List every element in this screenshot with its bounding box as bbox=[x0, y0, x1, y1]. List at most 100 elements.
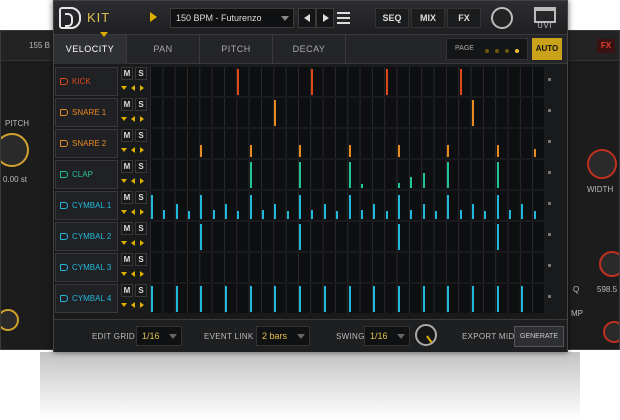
fx-button[interactable]: FX bbox=[447, 8, 481, 28]
chevron-down-icon[interactable] bbox=[121, 237, 128, 249]
step-velocity-bar[interactable] bbox=[274, 204, 277, 219]
step-velocity-bar[interactable] bbox=[533, 210, 536, 219]
chevron-down-icon[interactable] bbox=[121, 299, 128, 311]
row-handle-icon[interactable] bbox=[547, 253, 552, 282]
step-velocity-bar[interactable] bbox=[336, 210, 339, 219]
step-velocity-bar[interactable] bbox=[521, 286, 524, 312]
mute-button[interactable]: M bbox=[121, 191, 133, 204]
step-velocity-bar[interactable] bbox=[299, 144, 302, 157]
step-velocity-bar[interactable] bbox=[385, 69, 388, 95]
event-link-select[interactable]: 2 bars bbox=[256, 326, 310, 346]
track-name-button[interactable]: CYMBAL 3 bbox=[55, 253, 118, 282]
track-name-button[interactable]: CYMBAL 2 bbox=[55, 222, 118, 251]
row-handle-icon[interactable] bbox=[547, 191, 552, 220]
step-velocity-bar[interactable] bbox=[323, 286, 326, 312]
solo-button[interactable]: S bbox=[135, 191, 147, 204]
step-velocity-bar[interactable] bbox=[385, 210, 388, 219]
step-velocity-bar[interactable] bbox=[447, 162, 450, 188]
shift-left-icon[interactable] bbox=[130, 299, 137, 311]
mute-button[interactable]: M bbox=[121, 253, 133, 266]
shift-left-icon[interactable] bbox=[130, 113, 137, 125]
step-velocity-bar[interactable] bbox=[151, 286, 153, 312]
chevron-down-icon[interactable] bbox=[121, 113, 128, 125]
step-velocity-bar[interactable] bbox=[348, 286, 351, 312]
track-name-button[interactable]: CLAP bbox=[55, 160, 118, 189]
play-icon[interactable] bbox=[150, 12, 157, 22]
mute-button[interactable]: M bbox=[121, 284, 133, 297]
tab-velocity[interactable]: VELOCITY bbox=[54, 32, 127, 64]
seq-button[interactable]: SEQ bbox=[375, 8, 409, 28]
step-velocity-bar[interactable] bbox=[212, 209, 215, 219]
power-knob[interactable] bbox=[491, 7, 513, 29]
step-velocity-bar[interactable] bbox=[348, 144, 351, 157]
solo-button[interactable]: S bbox=[135, 98, 147, 111]
chevron-down-icon[interactable] bbox=[121, 206, 128, 218]
step-velocity-bar[interactable] bbox=[360, 183, 363, 188]
shift-right-icon[interactable] bbox=[138, 299, 145, 311]
step-velocity-bar[interactable] bbox=[200, 224, 203, 250]
solo-button[interactable]: S bbox=[135, 160, 147, 173]
step-velocity-bar[interactable] bbox=[422, 173, 425, 188]
step-velocity-bar[interactable] bbox=[225, 204, 228, 219]
step-velocity-bar[interactable] bbox=[459, 69, 462, 95]
chevron-down-icon[interactable] bbox=[121, 175, 128, 187]
step-grid[interactable] bbox=[150, 67, 545, 96]
step-velocity-bar[interactable] bbox=[262, 209, 265, 219]
step-velocity-bar[interactable] bbox=[422, 204, 425, 219]
page-dot-1[interactable] bbox=[485, 49, 489, 53]
step-velocity-bar[interactable] bbox=[200, 194, 203, 219]
step-velocity-bar[interactable] bbox=[299, 162, 302, 188]
step-velocity-bar[interactable] bbox=[533, 148, 536, 157]
step-grid[interactable] bbox=[150, 284, 545, 313]
solo-button[interactable]: S bbox=[135, 284, 147, 297]
step-velocity-bar[interactable] bbox=[274, 286, 277, 312]
step-velocity-bar[interactable] bbox=[200, 144, 203, 157]
row-handle-icon[interactable] bbox=[547, 160, 552, 189]
step-velocity-bar[interactable] bbox=[200, 286, 203, 312]
step-velocity-bar[interactable] bbox=[447, 194, 450, 219]
solo-button[interactable]: S bbox=[135, 67, 147, 80]
step-velocity-bar[interactable] bbox=[249, 286, 252, 312]
step-velocity-bar[interactable] bbox=[422, 286, 425, 312]
page-dot-3[interactable] bbox=[505, 49, 509, 53]
track-name-button[interactable]: CYMBAL 1 bbox=[55, 191, 118, 220]
step-velocity-bar[interactable] bbox=[397, 286, 400, 312]
track-name-button[interactable]: SNARE 1 bbox=[55, 98, 118, 127]
step-velocity-bar[interactable] bbox=[434, 210, 437, 219]
next-preset-button[interactable] bbox=[316, 8, 334, 28]
step-velocity-bar[interactable] bbox=[471, 204, 474, 219]
shift-right-icon[interactable] bbox=[138, 113, 145, 125]
step-grid[interactable] bbox=[150, 98, 545, 127]
step-velocity-bar[interactable] bbox=[459, 209, 462, 219]
step-velocity-bar[interactable] bbox=[348, 162, 351, 188]
shift-left-icon[interactable] bbox=[130, 144, 137, 156]
mute-button[interactable]: M bbox=[121, 67, 133, 80]
step-velocity-bar[interactable] bbox=[151, 194, 153, 219]
solo-button[interactable]: S bbox=[135, 222, 147, 235]
shift-right-icon[interactable] bbox=[138, 144, 145, 156]
mix-button[interactable]: MIX bbox=[411, 8, 445, 28]
tab-decay[interactable]: DECAY bbox=[273, 35, 346, 64]
solo-button[interactable]: S bbox=[135, 253, 147, 266]
step-velocity-bar[interactable] bbox=[410, 177, 413, 188]
step-velocity-bar[interactable] bbox=[397, 194, 400, 219]
page-dot-4[interactable] bbox=[515, 49, 519, 53]
shift-left-icon[interactable] bbox=[130, 175, 137, 187]
step-velocity-bar[interactable] bbox=[471, 100, 474, 126]
shift-right-icon[interactable] bbox=[138, 175, 145, 187]
shift-right-icon[interactable] bbox=[138, 268, 145, 280]
chevron-down-icon[interactable] bbox=[121, 268, 128, 280]
step-velocity-bar[interactable] bbox=[447, 286, 450, 312]
step-velocity-bar[interactable] bbox=[163, 209, 166, 219]
step-velocity-bar[interactable] bbox=[225, 286, 228, 312]
step-grid[interactable] bbox=[150, 253, 545, 282]
step-velocity-bar[interactable] bbox=[299, 194, 302, 219]
mute-button[interactable]: M bbox=[121, 160, 133, 173]
shift-right-icon[interactable] bbox=[138, 237, 145, 249]
step-velocity-bar[interactable] bbox=[237, 210, 240, 219]
edit-grid-select[interactable]: 1/16 bbox=[136, 326, 182, 346]
step-velocity-bar[interactable] bbox=[521, 204, 524, 219]
swing-knob[interactable] bbox=[415, 324, 437, 346]
step-grid[interactable] bbox=[150, 191, 545, 220]
track-name-button[interactable]: CYMBAL 4 bbox=[55, 284, 118, 313]
